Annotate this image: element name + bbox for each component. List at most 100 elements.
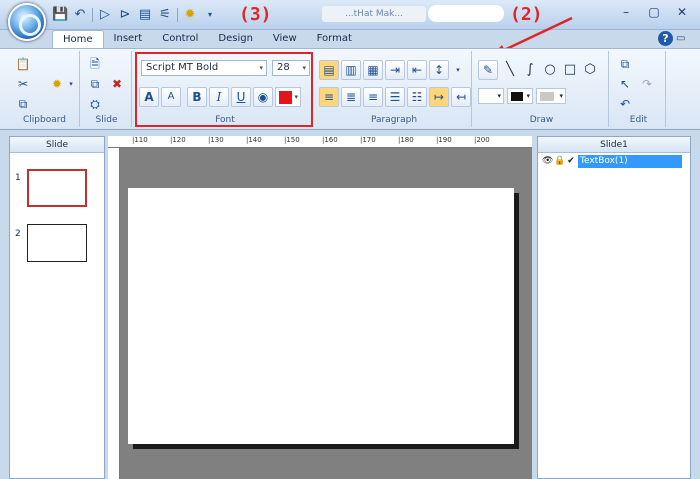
ruler-mark: |160: [322, 136, 338, 144]
shadow-color-picker[interactable]: ▾: [536, 88, 566, 104]
ruler-mark: |190: [436, 136, 452, 144]
save-icon[interactable]: 💾: [52, 7, 68, 23]
slide-list-header: Slide: [10, 137, 104, 153]
draw-group-label: Draw: [529, 115, 554, 125]
maximize-button[interactable]: ▢: [644, 4, 664, 20]
justify-button[interactable]: ☰: [385, 87, 405, 107]
tab-control[interactable]: Control: [152, 30, 208, 48]
vertical-ruler: [108, 148, 120, 479]
play-icon[interactable]: ▷: [97, 7, 113, 23]
minimize-button[interactable]: –: [616, 4, 636, 20]
object-tree-row[interactable]: 👁 🔒 ✔ TextBox(1): [542, 154, 682, 168]
draw-group: ✎ ╲ ∫ ○ □ ⬡ ▾ ▾ ▾ Draw: [475, 51, 609, 127]
rectangle-tool-icon[interactable]: □: [561, 61, 579, 79]
tab-design[interactable]: Design: [208, 30, 263, 48]
ruler-mark: |110: [132, 136, 148, 144]
gear-icon[interactable]: ✹: [182, 7, 198, 23]
ruler-mark: |140: [246, 136, 262, 144]
align-top-button[interactable]: ▤: [319, 60, 339, 80]
tab-insert[interactable]: Insert: [104, 30, 153, 48]
options-icon[interactable]: ⚟: [157, 7, 173, 23]
visibility-eye-icon[interactable]: 👁: [542, 156, 553, 166]
tab-home[interactable]: Home: [52, 30, 104, 48]
shadow-color-swatch: [540, 92, 554, 101]
ruler-mark: |180: [398, 136, 414, 144]
align-center-button[interactable]: ≣: [341, 87, 361, 107]
undo-edit-icon[interactable]: ↶: [616, 95, 634, 113]
delete-slide-icon[interactable]: ✖: [108, 75, 126, 93]
polygon-tool-icon[interactable]: ⬡: [581, 61, 599, 79]
line-color-picker[interactable]: ▾: [507, 88, 533, 104]
check-icon[interactable]: ✔: [566, 156, 576, 166]
ribbon-tabs: Home Insert Control Design View Format: [52, 30, 362, 48]
edit-group: ⧉ ↖ ↷ ↶ Edit: [612, 51, 666, 127]
slide-thumbnail-2[interactable]: [27, 224, 87, 262]
object-tree-panel: Slide1 👁 🔒 ✔ TextBox(1): [537, 136, 691, 479]
redo-icon[interactable]: ↷: [638, 75, 656, 93]
format-painter-dropdown-icon[interactable]: ▾: [62, 75, 80, 93]
undo-icon[interactable]: ↶: [72, 7, 88, 23]
curve-tool-icon[interactable]: ∫: [521, 61, 539, 79]
cut-icon[interactable]: ✂: [14, 75, 32, 93]
copy-icon[interactable]: ⧉: [14, 95, 32, 113]
qat-separator: [177, 8, 178, 22]
lock-icon[interactable]: 🔒: [554, 156, 565, 166]
paragraph-group: ▤ ▥ ▦ ⇥ ⇤ ↕ ▾ ≡ ≣ ≡ ☰ ☷ ↦ ↤ Paragraph: [317, 51, 472, 127]
fill-color-picker[interactable]: ▾: [478, 88, 504, 104]
new-slide-icon[interactable]: 🗎: [86, 55, 104, 73]
select-icon[interactable]: ↖: [616, 75, 634, 93]
slide-number: 1: [15, 173, 21, 183]
align-bottom-button[interactable]: ▦: [363, 60, 383, 80]
slide-page[interactable]: [128, 188, 514, 444]
autofit-button[interactable]: ↤: [451, 87, 471, 107]
slide-thumbnail-1[interactable]: [27, 169, 87, 207]
quick-access-toolbar: 💾 ↶ ▷ ⊳ ▤ ⚟ ✹ ▾: [52, 6, 218, 24]
help-icon[interactable]: ?: [658, 31, 673, 46]
slide-group-label: Slide: [95, 115, 118, 125]
ruler-mark: |120: [170, 136, 186, 144]
indent-decrease-button[interactable]: ⇤: [407, 60, 427, 80]
ribbon: 📋 ✂ ⧉ ✹ ▾ Clipboard 🗎 ⧉ ✖ ⛭ Slide Script…: [0, 48, 700, 130]
line-spacing-dropdown-icon[interactable]: ▾: [449, 61, 467, 79]
slide-group: 🗎 ⧉ ✖ ⛭ Slide: [82, 51, 132, 127]
ruler-mark: |170: [360, 136, 376, 144]
textbox-tool-button[interactable]: ✎: [478, 60, 498, 80]
slide-canvas[interactable]: |110 |120 |130 |140 |150 |160 |170 |180 …: [108, 136, 532, 479]
align-middle-button[interactable]: ▥: [341, 60, 361, 80]
ribbon-restore-icon[interactable]: ▭: [676, 33, 685, 44]
align-left-button[interactable]: ≡: [319, 87, 339, 107]
duplicate-slide-icon[interactable]: ⧉: [86, 75, 104, 93]
paragraph-group-label: Paragraph: [370, 115, 418, 125]
chevron-down-icon: ▾: [559, 92, 563, 100]
window-title: ...tHat Mak...: [322, 6, 426, 22]
line-tool-icon[interactable]: ╲: [501, 61, 519, 79]
play-from-slide-icon[interactable]: ⊳: [117, 7, 133, 23]
slide-settings-icon[interactable]: ⛭: [86, 95, 104, 113]
qat-dropdown-icon[interactable]: ▾: [202, 7, 218, 23]
slide-list-panel: Slide 1 2: [9, 136, 105, 479]
object-tree-item-label[interactable]: TextBox(1): [578, 154, 682, 168]
clipboard-group-label: Clipboard: [23, 115, 66, 125]
slide-number: 2: [15, 229, 21, 239]
paste-icon[interactable]: 📋: [14, 55, 32, 73]
line-spacing-button[interactable]: ↕: [429, 60, 449, 80]
annotation-label-3: (3): [239, 4, 272, 25]
ellipse-tool-icon[interactable]: ○: [541, 61, 559, 79]
window-controls: – ▢ ✕: [616, 4, 692, 20]
align-right-button[interactable]: ≡: [363, 87, 383, 107]
tab-format[interactable]: Format: [307, 30, 362, 48]
close-button[interactable]: ✕: [672, 4, 692, 20]
edit-group-label: Edit: [629, 115, 648, 125]
ruler-mark: |200: [474, 136, 490, 144]
ruler-mark: |150: [284, 136, 300, 144]
publish-icon[interactable]: ▤: [137, 7, 153, 23]
app-menu-orb[interactable]: [8, 3, 46, 41]
find-icon[interactable]: ⧉: [616, 55, 634, 73]
bullets-button[interactable]: ☷: [407, 87, 427, 107]
qat-separator: [92, 8, 93, 22]
tab-view[interactable]: View: [263, 30, 307, 48]
text-direction-button[interactable]: ↦: [429, 87, 449, 107]
chevron-down-icon: ▾: [497, 92, 501, 100]
indent-increase-button[interactable]: ⇥: [385, 60, 405, 80]
line-color-swatch: [511, 92, 523, 101]
